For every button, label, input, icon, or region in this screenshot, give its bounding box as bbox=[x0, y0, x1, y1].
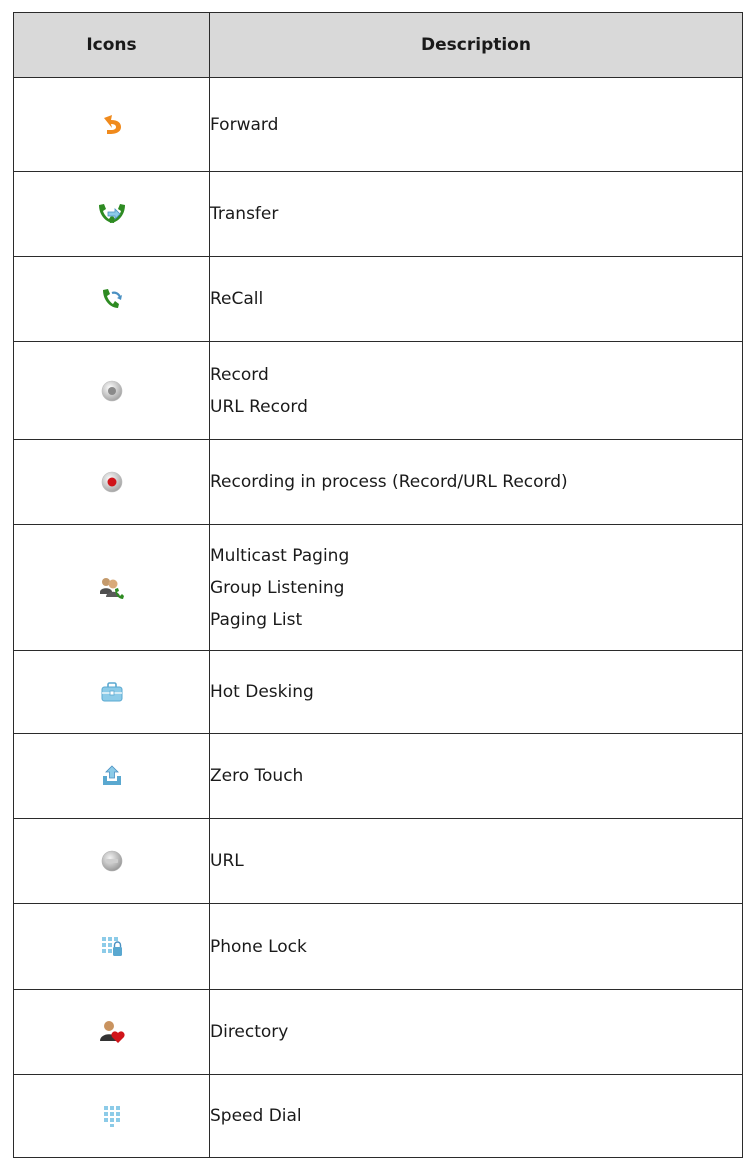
hot-desking-icon bbox=[101, 682, 122, 702]
description-line: Hot Desking bbox=[210, 682, 314, 702]
description-line: URL Record bbox=[210, 396, 308, 417]
description-line: Group Listening bbox=[210, 577, 345, 598]
description-line: ReCall bbox=[210, 289, 264, 309]
table-row: Multicast Paging Group Listening Paging … bbox=[13, 524, 743, 651]
table-row: Record URL Record bbox=[13, 341, 743, 440]
recording-in-process-icon bbox=[101, 471, 122, 493]
icons-description-table: Icons Description Forward Transfer ReCal… bbox=[13, 12, 743, 1158]
table-row: Speed Dial bbox=[13, 1074, 743, 1158]
table-row: Transfer bbox=[13, 171, 743, 257]
description-line: Directory bbox=[210, 1022, 289, 1042]
table-row: Phone Lock bbox=[13, 903, 743, 990]
column-header-description: Description bbox=[209, 12, 743, 78]
forward-icon bbox=[103, 114, 121, 134]
description-line: Zero Touch bbox=[210, 766, 304, 786]
table-row: Forward bbox=[13, 77, 743, 172]
phone-lock-icon bbox=[101, 936, 122, 956]
transfer-icon bbox=[98, 204, 125, 223]
url-icon bbox=[101, 850, 122, 872]
description-line: Forward bbox=[210, 114, 279, 135]
column-header-icons: Icons bbox=[13, 12, 210, 78]
description-line: Speed Dial bbox=[210, 1106, 302, 1126]
zero-touch-icon bbox=[102, 765, 121, 785]
description-line: Multicast Paging bbox=[210, 545, 350, 566]
description-line: URL bbox=[210, 851, 244, 871]
table-row: Recording in process (Record/URL Record) bbox=[13, 439, 743, 525]
description-line: Recording in process (Record/URL Record) bbox=[210, 472, 568, 492]
paging-group-icon bbox=[99, 577, 124, 599]
table-row: Directory bbox=[13, 989, 743, 1075]
speed-dial-icon bbox=[103, 1106, 120, 1127]
table-header-row: Icons Description bbox=[13, 12, 743, 78]
description-line: Phone Lock bbox=[210, 936, 307, 957]
recall-icon bbox=[102, 289, 122, 308]
table-row: Hot Desking bbox=[13, 650, 743, 734]
record-icon bbox=[101, 380, 122, 401]
table-row: URL bbox=[13, 818, 743, 904]
directory-icon bbox=[99, 1021, 125, 1043]
description-line: Paging List bbox=[210, 609, 303, 630]
description-line: Transfer bbox=[210, 204, 279, 224]
table-row: ReCall bbox=[13, 256, 743, 342]
table-row: Zero Touch bbox=[13, 733, 743, 819]
description-line: Record bbox=[210, 364, 269, 385]
